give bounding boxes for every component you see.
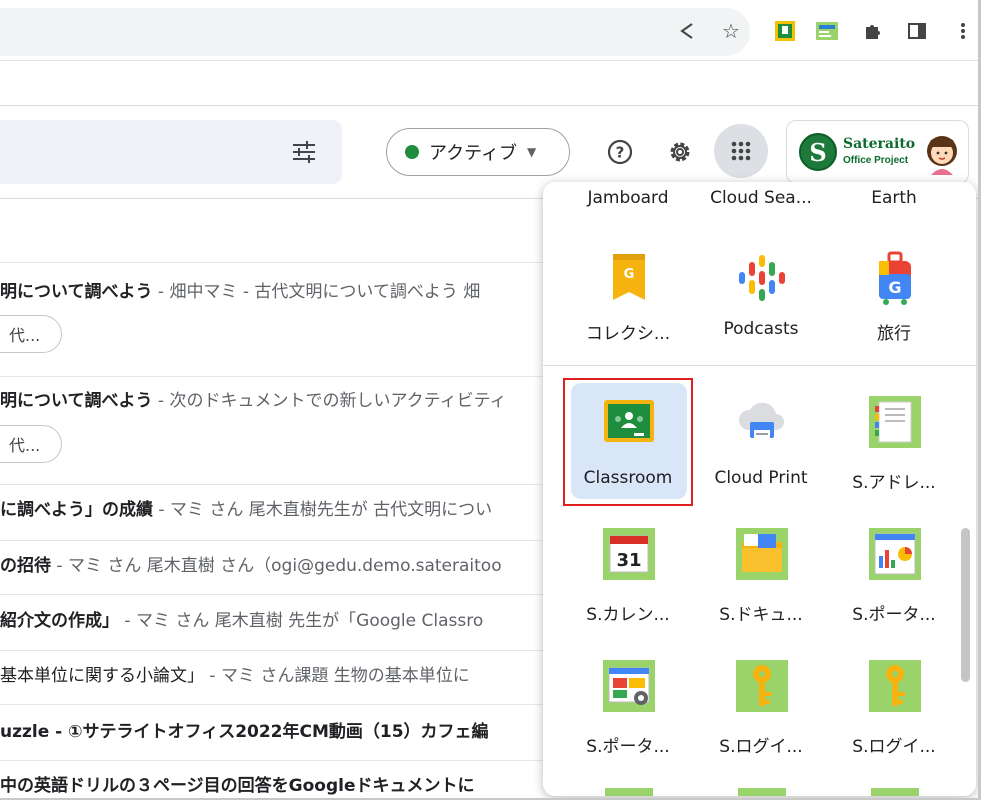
row-divider (0, 376, 560, 377)
star-icon[interactable]: ☆ (718, 18, 744, 44)
mail-subject: 紹介文の作成」 (0, 611, 119, 631)
svg-text:G: G (888, 278, 901, 297)
row-divider (0, 484, 560, 485)
mail-row[interactable]: uzzle - ①サテライトオフィス2022年CM動画（15）カフェ編 (0, 720, 560, 744)
mail-subject: 中の英語ドリルの３ページ目の回答をGoogleドキュメントに (0, 776, 475, 796)
logo-text-main: Sateraito (843, 136, 916, 152)
mail-snippet: - マミ さん 尾木直樹 さん（ogi@gedu.demo.sateraitoo (51, 556, 502, 576)
status-label: アクティブ (429, 143, 518, 164)
s-login-2-icon[interactable] (867, 658, 923, 714)
app-label[interactable]: Earth (829, 188, 959, 208)
share-icon[interactable] (674, 18, 700, 44)
attachment-chip[interactable]: 代... (0, 315, 62, 353)
sateraito-logo: S (799, 133, 837, 171)
row-divider (0, 540, 560, 541)
app-label[interactable]: S.ログイ... (829, 732, 959, 757)
more-vert-icon[interactable] (950, 18, 976, 44)
mail-row[interactable]: 基本単位に関する小論文」 - マミ さん課題 生物の基本単位に (0, 664, 560, 688)
row-divider (0, 262, 560, 263)
extension-icon-1[interactable] (772, 18, 798, 44)
sidepanel-icon[interactable] (904, 18, 930, 44)
s-address-icon[interactable] (867, 394, 923, 450)
podcasts-icon[interactable] (734, 250, 790, 306)
app-label[interactable]: Podcasts (696, 319, 826, 339)
s-login-icon[interactable] (734, 658, 790, 714)
row-divider (0, 760, 560, 761)
app-label[interactable]: S.カレン... (563, 600, 693, 625)
browser-toolbar: ☆ (0, 0, 978, 61)
app-icon-partial (738, 788, 786, 796)
collections-icon[interactable]: G (601, 250, 657, 306)
s-docs-icon[interactable] (734, 526, 790, 582)
app-label[interactable]: S.ドキュ... (696, 600, 826, 625)
mail-subject: 明について調べよう (0, 391, 153, 411)
avatar (927, 136, 957, 175)
app-label[interactable]: S.ポータ... (829, 600, 959, 625)
app-icon-partial (871, 788, 919, 796)
mail-snippet: - マミ さん 尾木直樹先生が 古代文明につい (153, 500, 493, 520)
status-dot-icon (405, 145, 419, 159)
attachment-chip[interactable]: 代... (0, 425, 62, 463)
s-portal-icon[interactable] (867, 526, 923, 582)
mail-subject: の招待 (0, 556, 51, 576)
row-divider (0, 704, 560, 705)
mail-row[interactable]: 中の英語ドリルの３ページ目の回答をGoogleドキュメントに (0, 774, 560, 798)
extension-icon-2[interactable] (814, 18, 840, 44)
help-icon[interactable]: ? (600, 132, 640, 172)
app-label[interactable]: コレクシ... (563, 319, 693, 344)
caret-down-icon: ▼ (527, 145, 537, 159)
mail-subject: 基本単位に関する小論文」 (0, 666, 204, 686)
app-label[interactable]: S.ログイ... (696, 732, 826, 757)
mail-row[interactable]: 明について調べよう - 次のドキュメントでの新しいアクティビティ (0, 389, 560, 413)
search-options-icon[interactable] (290, 140, 318, 164)
app-label[interactable]: Cloud Sea... (696, 188, 826, 208)
mail-snippet: - 畑中マミ - 古代文明について調べよう 畑 (152, 282, 481, 302)
svg-text:G: G (624, 267, 635, 282)
cloud-print-icon[interactable] (734, 394, 790, 450)
row-divider (0, 650, 560, 651)
panel-scrollbar[interactable] (961, 528, 970, 682)
status-dropdown[interactable]: アクティブ ▼ (386, 128, 570, 176)
google-apps-button[interactable] (714, 124, 768, 178)
calendar-day: 31 (616, 550, 641, 571)
s-portal-2-icon[interactable] (601, 658, 657, 714)
classroom-annotation-box (563, 378, 693, 506)
mail-subject: 明について調べよう (0, 282, 153, 302)
mail-subject: に調べよう」の成績 (0, 500, 153, 520)
mail-snippet: - マミ さん 尾木直樹 先生が「Google Classro (119, 611, 484, 631)
mail-snippet: - 次のドキュメントでの新しいアクティビティ (152, 391, 507, 411)
mail-subject: uzzle - ①サテライトオフィス2022年CM動画（15）カフェ編 (0, 722, 489, 742)
mail-snippet: - マミ さん課題 生物の基本単位に (204, 666, 470, 686)
app-label[interactable]: Cloud Print (696, 468, 826, 488)
settings-gear-icon[interactable] (660, 132, 700, 172)
address-bar[interactable] (0, 8, 750, 56)
mail-row[interactable]: 紹介文の作成」 - マミ さん 尾木直樹 先生が「Google Classro (0, 609, 560, 633)
s-calendar-icon[interactable]: 31 (601, 526, 657, 582)
panel-divider (543, 365, 976, 366)
app-label[interactable]: Jamboard (563, 188, 693, 208)
app-label[interactable]: S.アドレ... (829, 468, 959, 493)
travel-icon[interactable]: G (867, 250, 923, 306)
app-label[interactable]: S.ポータ... (563, 732, 693, 757)
apps-grid-icon (731, 141, 751, 161)
mail-row[interactable]: 明について調べよう - 畑中マミ - 古代文明について調べよう 畑 (0, 280, 560, 304)
mail-row[interactable]: に調べよう」の成績 - マミ さん 尾木直樹先生が 古代文明につい (0, 498, 560, 522)
svg-text:?: ? (616, 144, 625, 162)
account-switcher[interactable]: S Sateraito Office Project (786, 120, 969, 184)
row-divider (0, 594, 560, 595)
mail-row[interactable]: の招待 - マミ さん 尾木直樹 さん（ogi@gedu.demo.satera… (0, 554, 560, 578)
puzzle-icon[interactable] (860, 18, 886, 44)
bookmarks-bar (0, 61, 978, 106)
app-icon-partial (605, 788, 653, 796)
app-label[interactable]: 旅行 (829, 319, 959, 344)
browser-window: ☆ アクティブ ▼ ? S Sateraito Office Project 明… (0, 0, 981, 800)
logo-text-sub: Office Project (843, 155, 909, 166)
